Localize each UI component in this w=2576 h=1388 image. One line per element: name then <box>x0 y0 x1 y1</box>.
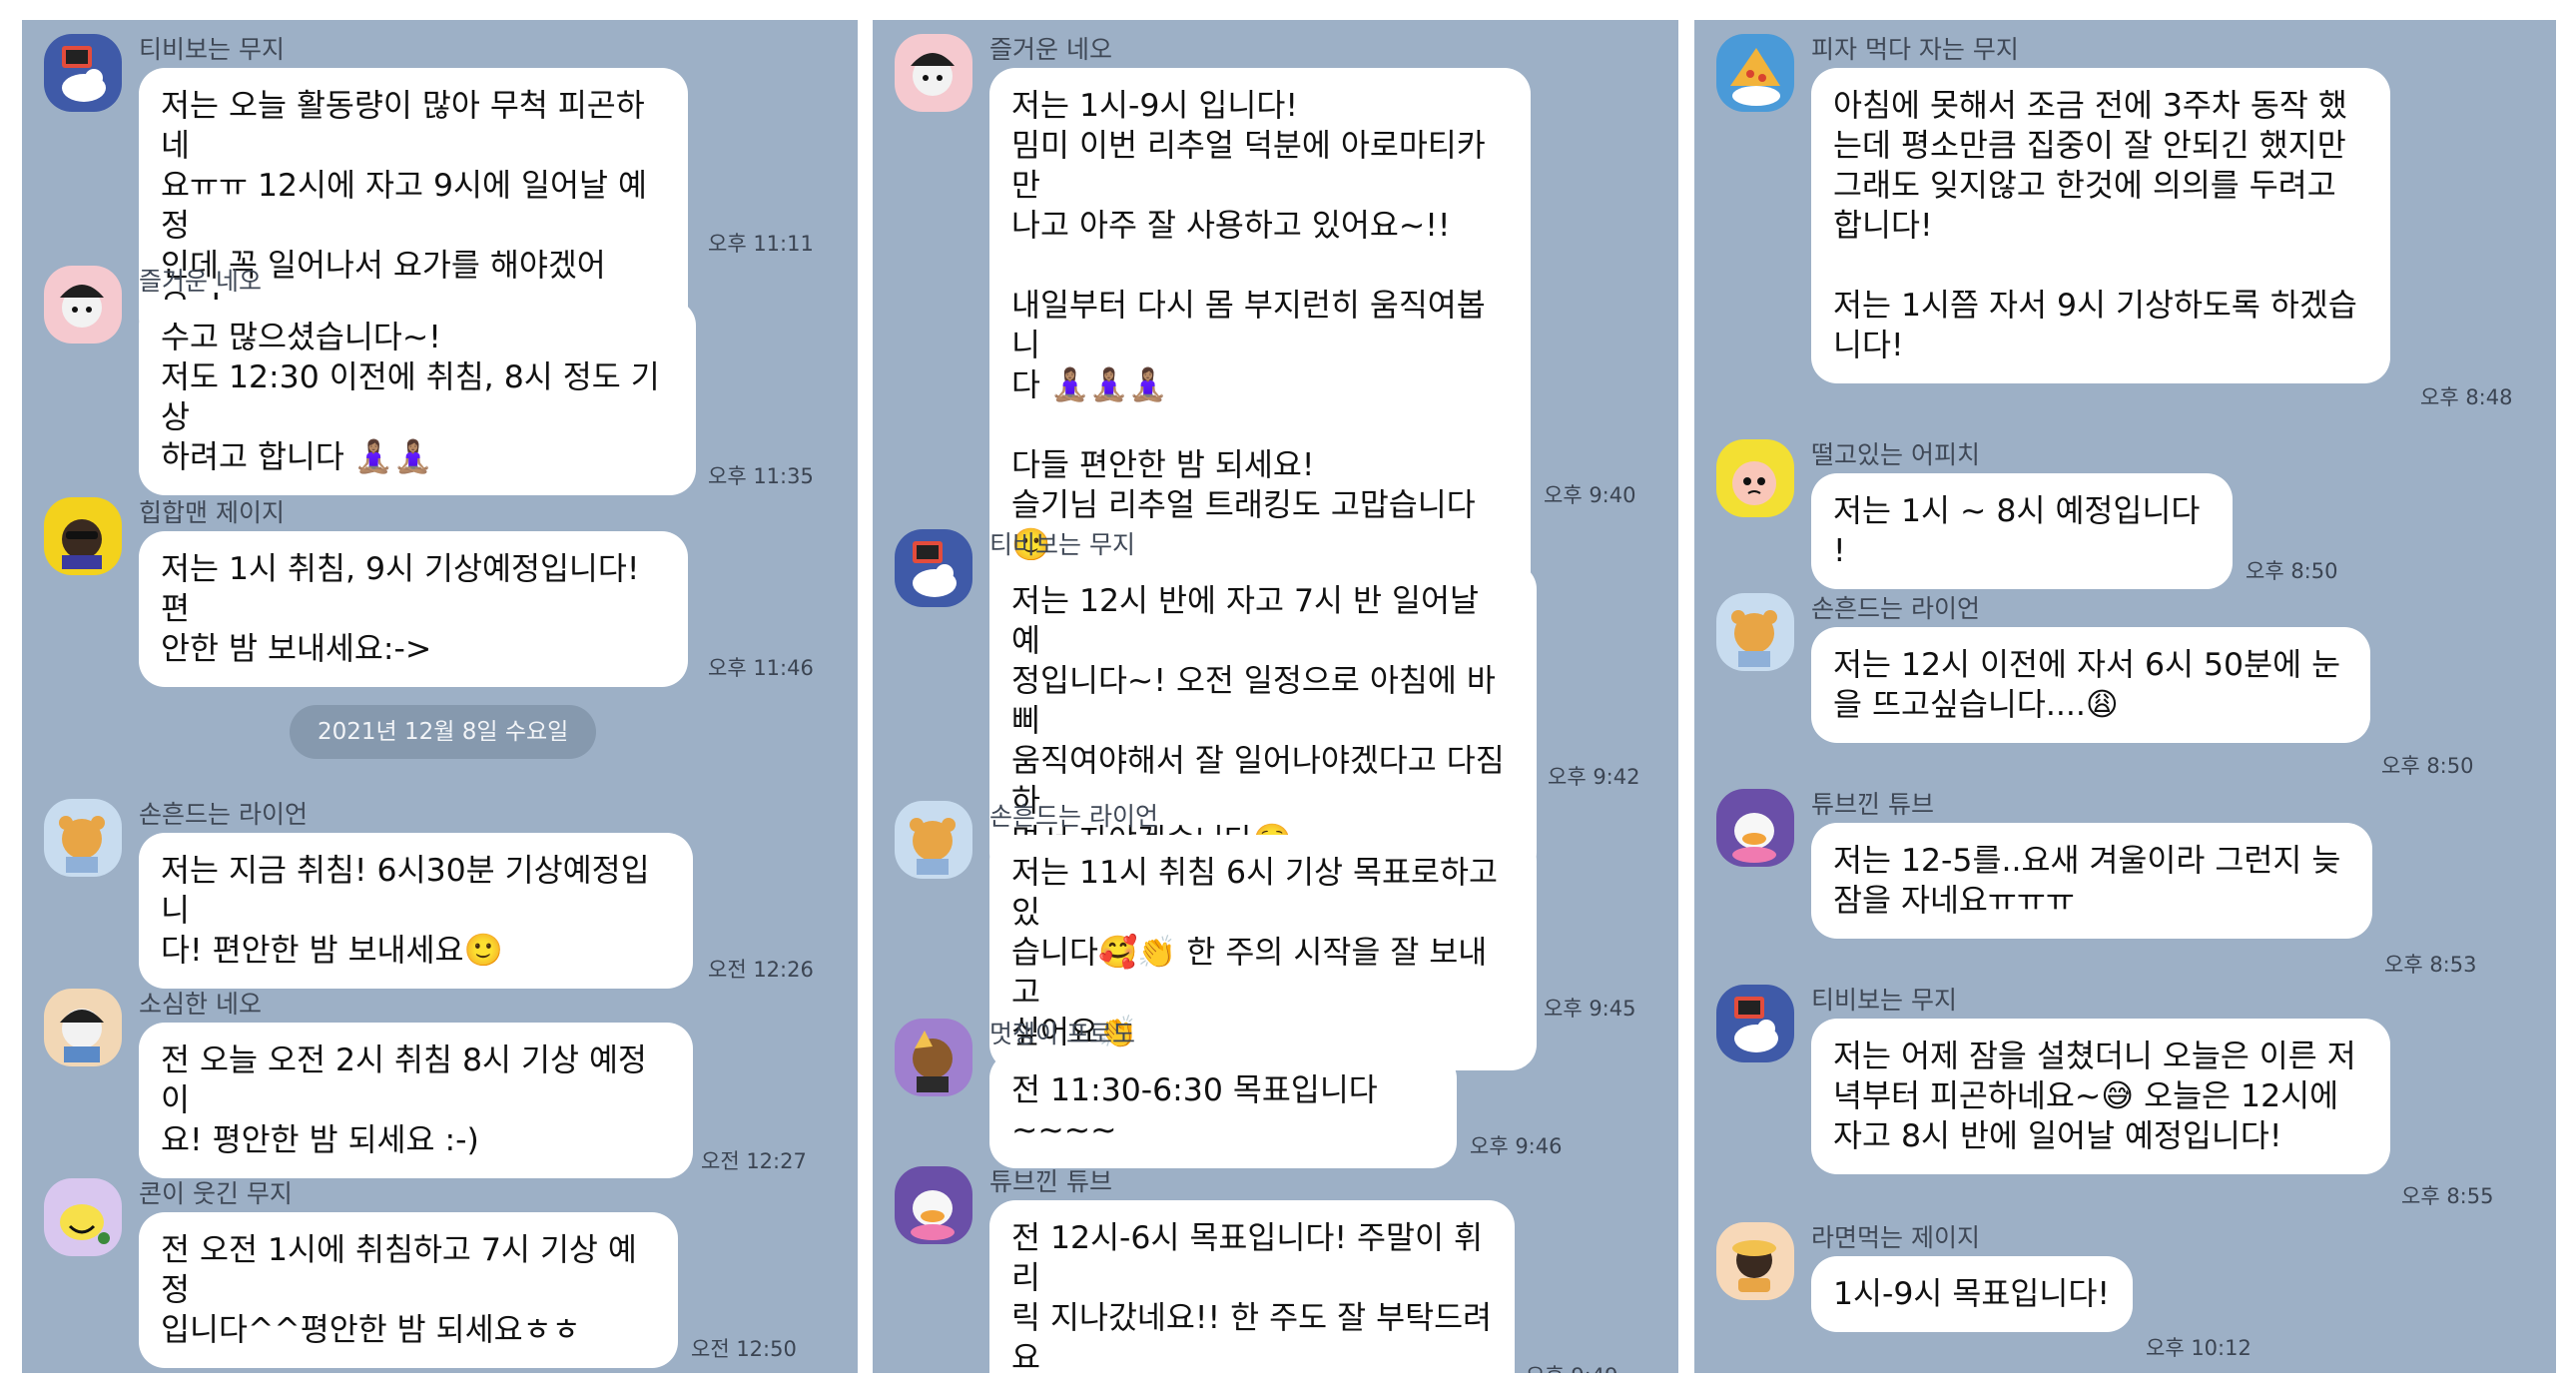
muzi-laugh-avatar[interactable] <box>44 1178 122 1256</box>
sender-name: 힙합맨 제이지 <box>139 498 285 527</box>
chat-panel-1: 티비보는 무지 저는 오늘 활동량이 많아 무척 피곤하네 요ㅠㅠ 12시에 자… <box>22 20 858 1373</box>
neo-quiet-avatar[interactable] <box>44 989 122 1066</box>
message-bubble[interactable]: 전 11:30-6:30 목표입니다~~~~ <box>989 1052 1457 1168</box>
sender-name: 손흔드는 라이언 <box>139 800 308 829</box>
ryan-avatar[interactable] <box>895 801 972 879</box>
message-time: 오후 8:48 <box>2420 385 2513 409</box>
sender-name: 손흔드는 라이언 <box>1811 594 1980 623</box>
chat-panel-2: 즐거운 네오 저는 1시-9시 입니다! 밈미 이번 리추얼 덕분에 아로마티카… <box>873 20 1678 1373</box>
tube-avatar[interactable] <box>895 1166 972 1244</box>
message-time: 오후 8:55 <box>2401 1184 2494 1208</box>
message-bubble[interactable]: 저는 지금 취침! 6시30분 기상예정입니 다! 편안한 밤 보내세요🙂 <box>139 833 693 989</box>
sender-name: 라면먹는 제이지 <box>1811 1223 1980 1252</box>
message-bubble[interactable]: 1시-9시 목표입니다! <box>1811 1256 2133 1332</box>
sender-name: 멋쟁이 프로도 <box>989 1020 1135 1048</box>
message-bubble[interactable]: 저는 12시 이전에 자서 6시 50분에 눈 을 뜨고싶습니다....😩 <box>1811 627 2370 743</box>
sender-name: 튜브낀 튜브 <box>1811 790 1934 819</box>
message-bubble[interactable]: 수고 많으셨습니다~! 저도 12:30 이전에 취침, 8시 정도 기상 하려… <box>139 300 696 495</box>
ryan-avatar[interactable] <box>44 799 122 877</box>
sender-name: 피자 먹다 자는 무지 <box>1811 35 2019 64</box>
message-time: 오후 11:46 <box>708 656 814 680</box>
message-time: 오전 12:26 <box>708 958 814 982</box>
sender-name: 즐거운 네오 <box>139 267 262 296</box>
message-time: 오전 12:27 <box>701 1149 807 1173</box>
message-bubble[interactable]: 아침에 못해서 조금 전에 3주차 동작 했 는데 평소만큼 집중이 잘 안되긴… <box>1811 68 2390 383</box>
message-bubble[interactable]: 저는 어제 잠을 설쳤더니 오늘은 이른 저 녁부터 피곤하네요~😅 오늘은 1… <box>1811 1019 2390 1174</box>
message-bubble[interactable]: 저는 12-5를..요새 겨울이라 그런지 늦 잠을 자네요ㅠㅠㅠ <box>1811 823 2372 939</box>
message-bubble[interactable]: 전 오늘 오전 2시 취침 8시 기상 예정이 요! 평안한 밤 되세요 :-) <box>139 1023 693 1178</box>
message-time: 오전 12:50 <box>691 1337 797 1361</box>
jay-g-avatar[interactable] <box>44 497 122 575</box>
message-time: 오후 9:49 <box>1526 1360 1617 1373</box>
muzi-pizza-avatar[interactable] <box>1716 34 1794 112</box>
message-bubble[interactable]: 전 12시-6시 목표입니다! 주말이 휘리 릭 지나갔네요!! 한 주도 잘 … <box>989 1200 1515 1373</box>
sender-name: 손흔드는 라이언 <box>989 802 1158 831</box>
neo-avatar[interactable] <box>895 34 972 112</box>
date-divider: 2021년 12월 8일 수요일 <box>290 705 597 759</box>
neo-avatar[interactable] <box>44 266 122 344</box>
message-time: 오후 8:50 <box>2246 559 2338 583</box>
sender-name: 튜브낀 튜브 <box>989 1167 1112 1196</box>
ryan-avatar[interactable] <box>1716 593 1794 671</box>
sender-name: 티비보는 무지 <box>989 530 1135 559</box>
sender-name: 떨고있는 어피치 <box>1811 440 1980 469</box>
message-time: 오후 11:11 <box>708 232 814 256</box>
jay-g-ramen-avatar[interactable] <box>1716 1222 1794 1300</box>
sender-name: 소심한 네오 <box>139 990 262 1019</box>
frodo-avatar[interactable] <box>895 1019 972 1096</box>
tube-avatar[interactable] <box>1716 789 1794 867</box>
sender-name: 티비보는 무지 <box>1811 986 1957 1015</box>
message-time: 오후 9:42 <box>1548 765 1640 789</box>
chat-panel-3: 피자 먹다 자는 무지 아침에 못해서 조금 전에 3주차 동작 했 는데 평소… <box>1694 20 2556 1373</box>
message-time: 오후 10:12 <box>2146 1336 2252 1360</box>
message-time: 오후 11:35 <box>708 464 814 488</box>
message-bubble[interactable]: 저는 1시 ~ 8시 예정입니다 ! <box>1811 473 2233 589</box>
message-time: 오후 9:46 <box>1470 1134 1563 1158</box>
muzi-tv-avatar[interactable] <box>895 529 972 607</box>
sender-name: 티비보는 무지 <box>139 35 285 64</box>
sender-name: 즐거운 네오 <box>989 35 1112 64</box>
message-time: 오후 8:50 <box>2381 754 2474 778</box>
message-time: 오후 9:45 <box>1544 997 1636 1021</box>
message-time: 오후 8:53 <box>2384 953 2477 977</box>
message-bubble[interactable]: 저는 1시 취침, 9시 기상예정입니다! 편 안한 밤 보내세요:-> <box>139 531 688 687</box>
muzi-tv-avatar[interactable] <box>1716 985 1794 1062</box>
sender-name: 콘이 웃긴 무지 <box>139 1179 293 1208</box>
message-bubble[interactable]: 전 오전 1시에 취침하고 7시 기상 예정 입니다^^평안한 밤 되세요ㅎㅎ <box>139 1212 678 1368</box>
message-time: 오후 9:40 <box>1544 483 1636 507</box>
muzi-tv-avatar[interactable] <box>44 34 122 112</box>
apeach-avatar[interactable] <box>1716 439 1794 517</box>
